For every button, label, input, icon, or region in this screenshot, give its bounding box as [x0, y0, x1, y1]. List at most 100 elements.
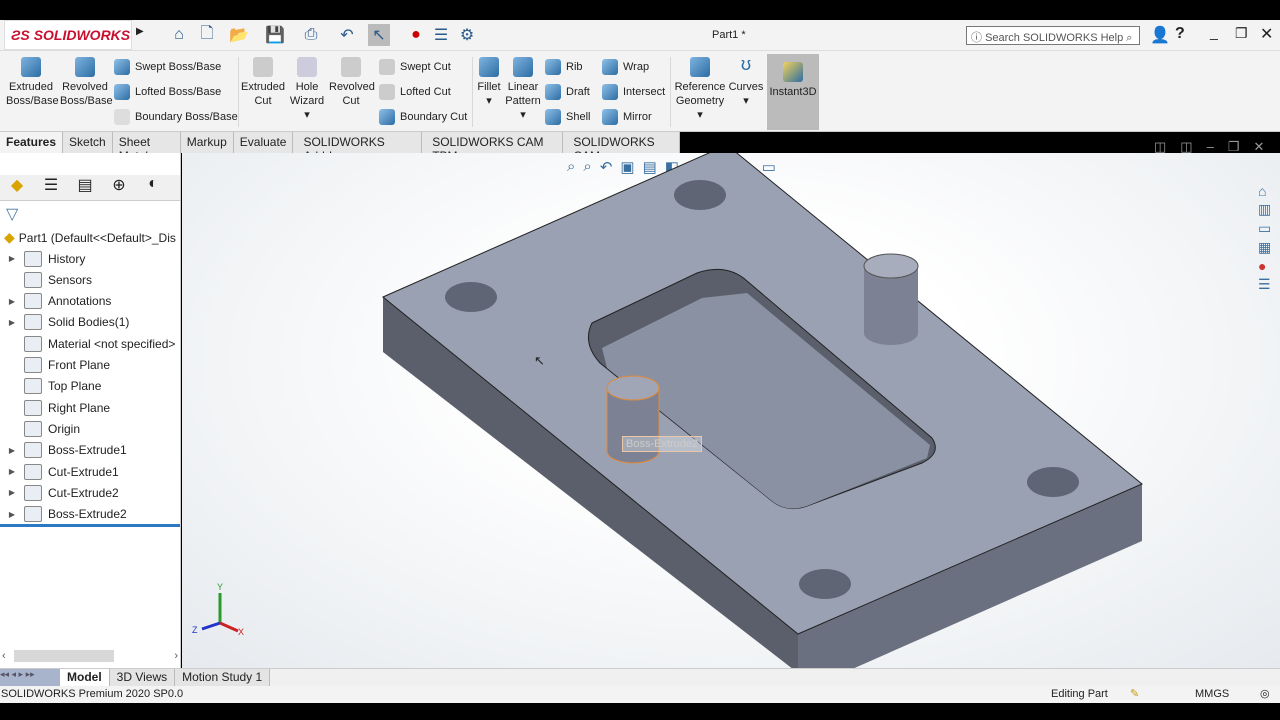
sensors-icon — [24, 271, 42, 288]
tree-item-top-plane[interactable]: Top Plane — [0, 376, 101, 397]
tree-item-boss-extrude1[interactable]: ▶ Boss-Extrude1 — [0, 440, 127, 461]
print-icon[interactable]: ⎙ — [300, 24, 322, 46]
tree-item-sensors[interactable]: Sensors — [0, 269, 92, 290]
rebuild-icon[interactable]: ● — [405, 24, 427, 46]
expand-arrow-icon[interactable]: ▶ — [0, 488, 24, 497]
draft-button[interactable]: Draft — [545, 84, 590, 100]
curves-button[interactable]: ʊ Curves ▾ — [728, 55, 764, 108]
tab-model[interactable]: Model — [60, 669, 110, 686]
file-properties-icon[interactable]: ☰ — [430, 24, 452, 46]
reference-geometry-button[interactable]: Reference Geometry ▾ — [674, 57, 726, 122]
reference-geometry-icon — [690, 57, 710, 77]
save-icon[interactable]: 💾 — [264, 24, 286, 46]
wrap-button[interactable]: Wrap — [602, 59, 649, 75]
tab-addins[interactable]: SOLIDWORKS Add-Ins — [293, 132, 423, 163]
tab-sketch[interactable]: Sketch — [63, 132, 113, 153]
loft-icon — [114, 84, 130, 100]
tree-item-label: Solid Bodies(1) — [48, 315, 130, 330]
expand-arrow-icon[interactable]: ▶ — [0, 510, 24, 519]
revolved-cut-button[interactable]: Revolved Cut — [329, 57, 375, 108]
options-gear-icon[interactable]: ⚙ — [456, 24, 478, 46]
tree-item-label: Boss-Extrude2 — [48, 507, 127, 522]
mirror-button[interactable]: Mirror — [602, 109, 652, 125]
linear-pattern-button[interactable]: Linear Pattern ▾ — [505, 57, 541, 122]
configuration-manager-tab-icon[interactable]: ▤ — [68, 175, 102, 200]
expand-menu-icon[interactable]: ▶ — [136, 26, 144, 37]
tree-item-solid-bodies[interactable]: ▶ Solid Bodies(1) — [0, 312, 129, 333]
extruded-boss-button[interactable]: Extruded Boss/Base — [6, 57, 59, 108]
cut-extrude1-icon — [24, 463, 42, 480]
tab-motion-study[interactable]: Motion Study 1 — [175, 669, 271, 686]
home-icon[interactable]: ⌂ — [168, 24, 190, 46]
tree-item-material[interactable]: Material <not specified> — [0, 333, 175, 354]
tree-item-front-plane[interactable]: Front Plane — [0, 355, 110, 376]
new-file-icon[interactable]: 🗋 — [196, 24, 218, 46]
lofted-boss-button[interactable]: Lofted Boss/Base — [114, 84, 221, 100]
select-icon[interactable]: ↖ — [368, 24, 390, 46]
boundary-boss-button[interactable]: Boundary Boss/Base — [114, 109, 238, 125]
swept-boss-button[interactable]: Swept Boss/Base — [114, 59, 221, 75]
user-icon[interactable]: 👤 — [1150, 25, 1170, 45]
tab-sheet-metal[interactable]: Sheet Metal — [112, 132, 181, 163]
boundary-cut-button[interactable]: Boundary Cut — [379, 109, 467, 125]
extruded-cut-button[interactable]: Extruded Cut — [241, 57, 285, 108]
tree-item-right-plane[interactable]: Right Plane — [0, 397, 110, 418]
tree-item-boss-extrude2[interactable]: ▶ Boss-Extrude2 — [0, 504, 127, 525]
tab-evaluate[interactable]: Evaluate — [233, 132, 294, 153]
tab-cam[interactable]: SOLIDWORKS CAM — [563, 132, 681, 163]
minimize-button[interactable]: _ — [1210, 24, 1218, 40]
axis-y-label: Y — [217, 582, 223, 592]
help-icon[interactable]: ? — [1175, 25, 1185, 43]
help-search-input[interactable]: ⓘ Search SOLIDWORKS Help ⌕ — [966, 26, 1140, 45]
graphics-area[interactable]: ⌕⌕↶▣▤◧◉◐●◆▭ ◫◫–❐✕ ⌂▥▭▦●☰ Y X Z Boss-Extr… — [182, 139, 1280, 668]
intersect-button[interactable]: Intersect — [602, 84, 665, 100]
tree-item-cut-extrude2[interactable]: ▶ Cut-Extrude2 — [0, 482, 119, 503]
lofted-cut-button[interactable]: Lofted Cut — [379, 84, 451, 100]
tree-item-origin[interactable]: Origin — [0, 418, 80, 439]
model-view[interactable]: Y X Z — [182, 153, 1280, 668]
tree-item-history[interactable]: ▶ History — [0, 248, 85, 269]
tab-3d-views[interactable]: 3D Views — [109, 669, 176, 686]
tab-cam-tbm[interactable]: SOLIDWORKS CAM TBM — [422, 132, 564, 163]
filter-icon[interactable]: ▽ — [6, 204, 18, 224]
hole-wizard-icon — [297, 57, 317, 77]
units-selector[interactable]: MMGS — [1195, 688, 1229, 700]
dimxpert-tab-icon[interactable]: ⊕ — [102, 175, 136, 200]
hole-wizard-button[interactable]: Hole Wizard ▾ — [287, 57, 327, 122]
tab-markup[interactable]: Markup — [180, 132, 234, 153]
tree-item-label: Front Plane — [48, 358, 111, 372]
expand-arrow-icon[interactable]: ▶ — [0, 297, 24, 306]
tree-item-label: Annotations — [48, 294, 112, 309]
fillet-button[interactable]: Fillet ▾ — [476, 57, 502, 108]
tree-item-cut-extrude1[interactable]: ▶ Cut-Extrude1 — [0, 461, 119, 482]
restore-button[interactable]: ❐ — [1235, 25, 1248, 42]
feature-manager-tab-icon[interactable]: ◆ — [0, 175, 34, 200]
tree-root-part[interactable]: ◆ Part1 (Default<<Default>_Dis — [4, 227, 176, 248]
property-manager-tab-icon[interactable]: ☰ — [34, 175, 68, 200]
expand-arrow-icon[interactable]: ▶ — [0, 467, 24, 476]
rib-button[interactable]: Rib — [545, 59, 583, 75]
solidworks-logo[interactable]: ƧS SOLIDWORKS — [4, 20, 132, 50]
swept-cut-button[interactable]: Swept Cut — [379, 59, 451, 75]
close-button[interactable]: ✕ — [1260, 24, 1273, 44]
tree-item-label: Origin — [48, 421, 81, 436]
history-icon — [24, 250, 42, 267]
instant3d-button[interactable]: Instant3D — [767, 54, 819, 130]
shell-button[interactable]: Shell — [545, 109, 590, 125]
revolved-boss-button[interactable]: Revolved Boss/Base — [60, 57, 113, 108]
horizontal-scrollbar[interactable]: ‹ › — [2, 650, 178, 664]
rollback-bar[interactable] — [0, 524, 180, 527]
display-manager-tab-icon[interactable]: ◐ — [136, 175, 170, 200]
customize-icon[interactable]: ◎ — [1260, 687, 1270, 700]
tab-scroll-arrows[interactable]: ◂◂ ◂ ▸ ▸▸ — [0, 669, 60, 686]
open-icon[interactable]: 📂 — [228, 24, 250, 46]
undo-icon[interactable]: ↶ — [336, 24, 358, 46]
cut-extrude-icon — [253, 57, 273, 77]
rebuild-status-icon: ✎ — [1130, 688, 1140, 700]
expand-arrow-icon[interactable]: ▶ — [0, 254, 24, 263]
expand-arrow-icon[interactable]: ▶ — [0, 446, 24, 455]
tab-features[interactable]: Features — [0, 132, 64, 153]
expand-arrow-icon[interactable]: ▶ — [0, 318, 24, 327]
cut-extrude2-icon — [24, 484, 42, 501]
tree-item-annotations[interactable]: ▶ Annotations — [0, 291, 111, 312]
